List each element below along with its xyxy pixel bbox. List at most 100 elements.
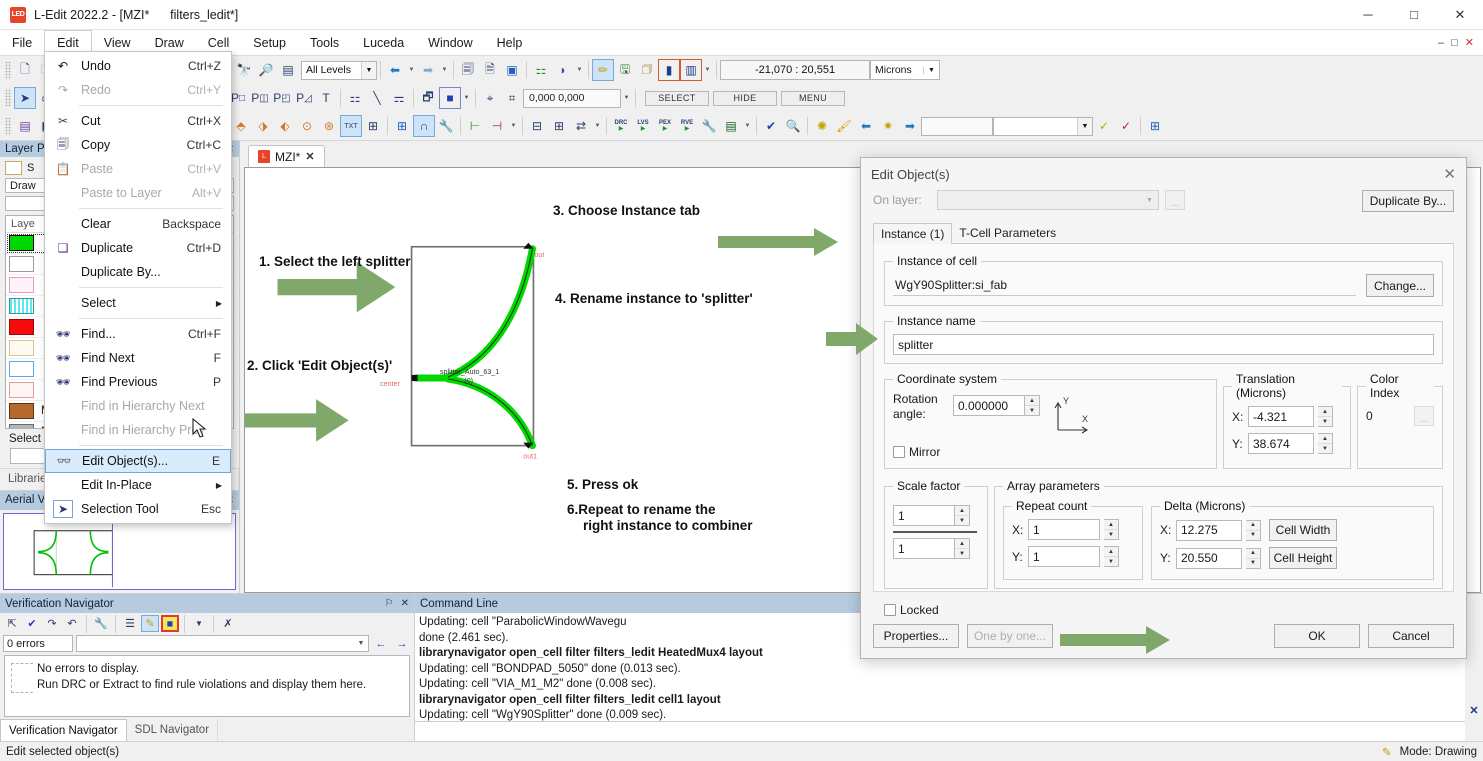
ruler-green-icon[interactable]: ⊢ [464, 115, 486, 137]
port-2-icon[interactable]: P◫ [249, 87, 271, 109]
rotation-angle-field[interactable]: 0.000000 [953, 395, 1025, 416]
chevron-down-icon[interactable]: ▼ [354, 640, 368, 647]
toolbar-grip[interactable] [5, 61, 11, 79]
verify-list-icon[interactable]: ▤ [720, 115, 742, 137]
prev-error-arrow-icon[interactable]: ← [372, 635, 390, 652]
next-error-icon[interactable]: ➡ [899, 115, 921, 137]
tab-sdl-navigator[interactable]: SDL Navigator [127, 719, 218, 741]
magnifier-icon[interactable]: 🔎 [255, 59, 277, 81]
more-icon[interactable]: ▼ [592, 119, 603, 134]
forward-dropdown-icon[interactable]: ▼ [439, 63, 450, 78]
error-filter-field[interactable] [921, 117, 993, 136]
command-line-input[interactable] [415, 721, 1465, 741]
lvs-button[interactable]: LVS▶ [632, 115, 654, 137]
xy-entry-field[interactable]: 0,000 0,000 [523, 89, 621, 108]
layer-swatch[interactable] [9, 277, 34, 293]
snap-icon[interactable]: ∩ [413, 115, 435, 137]
menu-item-find[interactable]: 🕶 Find... Ctrl+F [45, 322, 231, 346]
error-highlight-icon[interactable]: ✎ [141, 615, 159, 632]
layer-swatch[interactable] [9, 235, 34, 251]
on-layer-browse-button[interactable]: ... [1165, 190, 1185, 210]
chevron-down-icon[interactable]: ▼ [923, 67, 939, 74]
menu-item-duplicate[interactable]: ❑ Duplicate Ctrl+D [45, 236, 231, 260]
menu-item-clear[interactable]: Clear Backspace [45, 212, 231, 236]
port-object-icon[interactable]: ⊞ [362, 115, 384, 137]
draw-pencil-icon[interactable]: ✏ [592, 59, 614, 81]
ruler-measure-icon[interactable]: ⚏ [344, 87, 366, 109]
levels-icon[interactable]: ▤ [277, 59, 299, 81]
hierarchy-find-icon[interactable]: 🔭 [233, 59, 255, 81]
mdi-restore-button[interactable]: – [1438, 37, 1444, 49]
back-arrow-icon[interactable]: ⬅ [384, 59, 406, 81]
close-icon[interactable]: ✕ [401, 598, 409, 609]
more-icon[interactable]: ▼ [461, 91, 472, 106]
tab-verification-navigator[interactable]: Verification Navigator [0, 719, 127, 741]
menu-item-find-hierarchy-next[interactable]: Find in Hierarchy Next [45, 394, 231, 418]
origin-icon[interactable]: ⌖ [479, 87, 501, 109]
delta-y-field[interactable]: 20.550 [1176, 548, 1242, 569]
cell-a-icon[interactable]: ▮ [658, 59, 680, 81]
pin-icon[interactable]: ⚐ [385, 598, 394, 609]
menu-item-cut[interactable]: ✂ Cut Ctrl+X [45, 109, 231, 133]
cell-b-icon[interactable]: ▥ [680, 59, 702, 81]
chevron-down-icon[interactable]: ▼ [361, 62, 376, 79]
mdi-close-button[interactable]: ✕ [1465, 36, 1474, 49]
multi-ruler-icon[interactable]: ⚎ [388, 87, 410, 109]
menu-item-edit-objects[interactable]: 👓 Edit Object(s)... E [45, 449, 231, 473]
toolbar-grip[interactable] [5, 89, 11, 107]
aerial-view-canvas[interactable] [3, 513, 236, 590]
more-icon[interactable]: ▼ [508, 119, 519, 134]
pill-menu[interactable]: MENU [781, 91, 845, 106]
chevron-down-icon[interactable]: ▼ [1141, 197, 1158, 204]
ok-button[interactable]: OK [1274, 624, 1360, 648]
translation-x-stepper[interactable]: ▲▼ [1318, 406, 1333, 427]
menu-item-selection-tool[interactable]: ➤ Selection Tool Esc [45, 497, 231, 521]
pointer-tool-icon[interactable]: ➤ [14, 87, 36, 109]
fill-mode-icon[interactable]: ■ [439, 87, 461, 109]
zoom-icon[interactable]: 🔍 [782, 115, 804, 137]
verify-setup-icon[interactable]: 🔧 [698, 115, 720, 137]
back-dropdown-icon[interactable]: ▼ [406, 63, 417, 78]
prev-error-icon[interactable]: ⬅ [855, 115, 877, 137]
menu-window[interactable]: Window [416, 30, 484, 55]
minimize-button[interactable]: ─ [1345, 0, 1391, 30]
more-icon[interactable]: ▼ [702, 63, 713, 78]
error-marker-icon[interactable]: ✷ [877, 115, 899, 137]
more-icon[interactable]: ▼ [742, 119, 753, 134]
menu-item-select[interactable]: Select ▶ [45, 291, 231, 315]
tab-instance[interactable]: Instance (1) [873, 223, 952, 244]
node-move-icon[interactable]: ⬘ [230, 115, 252, 137]
error-cell-combo[interactable]: ▼ [993, 117, 1093, 136]
rotation-angle-stepper[interactable]: ▲▼ [1025, 395, 1040, 416]
cell-height-button[interactable]: Cell Height [1269, 547, 1337, 569]
layer-swatch[interactable] [9, 424, 34, 429]
close-icon[interactable]: ✕ [1443, 165, 1456, 183]
pill-hide[interactable]: HIDE [713, 91, 777, 106]
rve-button[interactable]: RVE▶ [676, 115, 698, 137]
menu-item-find-previous[interactable]: 🕶 Find Previous P [45, 370, 231, 394]
cancel-button[interactable]: Cancel [1368, 624, 1454, 648]
drawing-mode-icon[interactable]: ✎ [1382, 745, 1392, 759]
copy-cell-icon[interactable]: 🗎 [479, 59, 501, 81]
one-by-one-button[interactable]: One by one... [967, 624, 1053, 648]
layer-stack-icon[interactable]: ▤ [14, 115, 36, 137]
change-cell-button[interactable]: Change... [1366, 274, 1434, 297]
translation-y-stepper[interactable]: ▲▼ [1318, 433, 1333, 454]
close-icon[interactable]: ✕ [1469, 704, 1478, 717]
delta-x-stepper[interactable]: ▲▼ [1246, 520, 1261, 541]
error-tools-icon[interactable]: 🔧 [92, 615, 110, 632]
circle-node-icon[interactable]: ⊙ [296, 115, 318, 137]
undo-error-icon[interactable]: ↶ [63, 615, 81, 632]
scale-numerator-stepper[interactable]: ▲▼ [955, 505, 970, 526]
save-all-icon[interactable]: 🗇 [636, 59, 658, 81]
mark-fixed-icon[interactable]: ✓ [1093, 115, 1115, 137]
mdi-maximize-button[interactable]: □ [1451, 37, 1458, 49]
layer-swatch[interactable] [9, 298, 34, 314]
duplicate-by-button[interactable]: Duplicate By... [1362, 190, 1454, 212]
port-3-icon[interactable]: P◰ [271, 87, 293, 109]
menu-item-find-next[interactable]: 🕶 Find Next F [45, 346, 231, 370]
snap-origin-icon[interactable]: ⌗ [501, 87, 523, 109]
drc-button[interactable]: DRC▶ [610, 115, 632, 137]
toolbar-grip[interactable] [5, 117, 11, 135]
split-horiz-icon[interactable]: ⊟ [526, 115, 548, 137]
